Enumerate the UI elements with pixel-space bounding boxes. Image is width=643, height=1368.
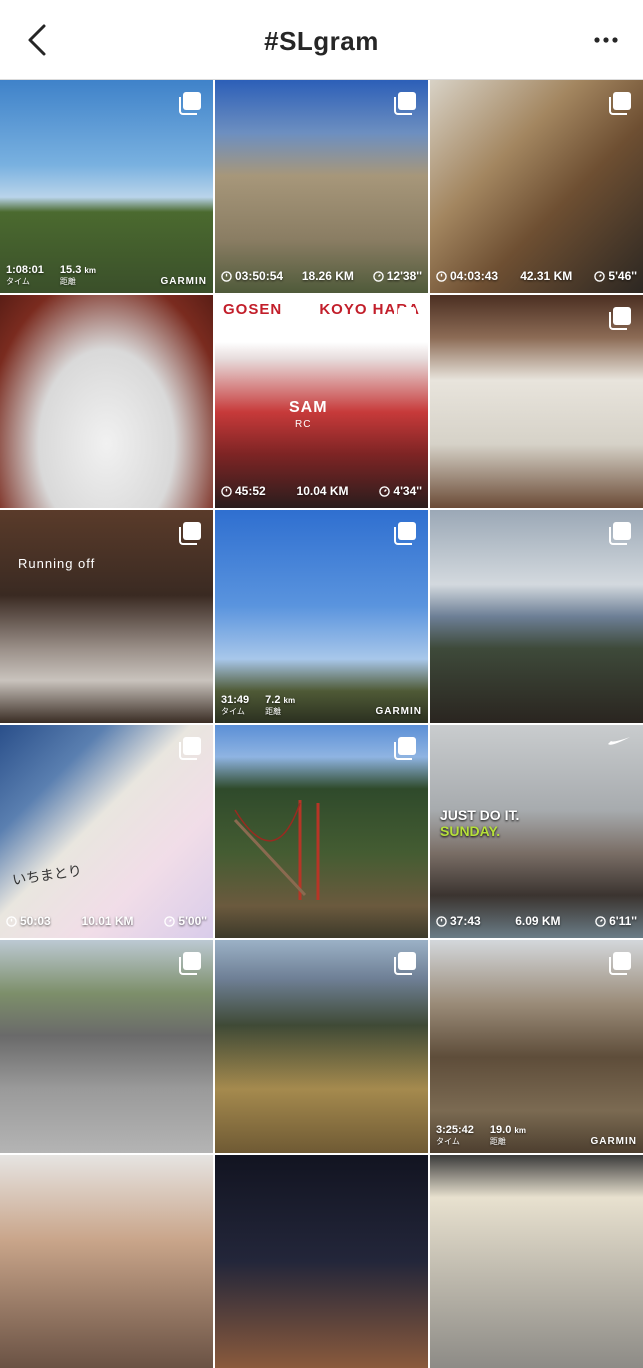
garmin-time: 3:25:42 — [436, 1124, 474, 1136]
multiple-photos-icon — [392, 950, 418, 976]
more-options-button[interactable] — [593, 30, 619, 50]
post-tile[interactable] — [430, 295, 643, 508]
run-time: 03:50:54 — [235, 269, 284, 283]
multiple-photos-icon — [392, 90, 418, 116]
multiple-photos-icon — [392, 305, 418, 331]
garmin-distance-label: 距離 — [265, 707, 282, 716]
post-tile[interactable] — [0, 295, 213, 508]
shirt-text: SAM — [289, 399, 328, 416]
post-tile[interactable] — [215, 1155, 428, 1368]
stopwatch-icon — [436, 270, 447, 282]
run-distance: 42.31 KM — [520, 269, 573, 283]
post-tile[interactable]: 1:08:01 タイム 15.3 km 距離 GARMIN — [0, 80, 213, 293]
garmin-distance: 15.3 — [59, 264, 82, 276]
shirt-subtext: RC — [295, 419, 312, 430]
post-tile[interactable]: 04:03:43 42.31 KM 5'46'' — [430, 80, 643, 293]
nike-swoosh-icon — [608, 737, 630, 745]
garmin-distance-label: 距離 — [489, 1137, 506, 1146]
page-title: #SLgram — [264, 26, 379, 56]
post-tile[interactable] — [430, 1155, 643, 1368]
stopwatch-icon — [6, 915, 17, 927]
multiple-photos-icon — [177, 520, 203, 546]
run-stats: 37:43 6.09 KM 6'11'' — [430, 908, 643, 934]
multiple-photos-icon — [392, 735, 418, 761]
run-pace: 6'11'' — [609, 914, 637, 928]
run-time: 50:03 — [20, 914, 51, 928]
run-pace: 5'00'' — [178, 914, 207, 928]
post-tile[interactable] — [215, 940, 428, 1153]
garmin-distance: 7.2 — [265, 694, 281, 706]
garmin-distance-label: 距離 — [59, 277, 76, 286]
post-tile[interactable]: JUST DO IT. SUNDAY. 37:43 6.09 KM 6'11'' — [430, 725, 643, 938]
post-tile[interactable] — [430, 510, 643, 723]
stopwatch-icon — [221, 270, 232, 282]
run-distance: 6.09 KM — [515, 914, 561, 928]
garmin-stats: 1:08:01 タイム 15.3 km 距離 GARMIN — [6, 264, 207, 287]
run-stats: 50:03 10.01 KM 5'00'' — [0, 908, 213, 934]
post-tile[interactable] — [0, 940, 213, 1153]
multiple-photos-icon — [607, 950, 633, 976]
garmin-distance: 19.0 — [489, 1124, 512, 1136]
post-image — [0, 295, 213, 508]
post-image — [215, 1155, 428, 1368]
more-horizontal-icon — [594, 37, 618, 43]
garmin-time: 1:08:01 — [6, 264, 44, 276]
multiple-photos-icon — [607, 305, 633, 331]
multiple-photos-icon — [177, 735, 203, 761]
post-tile[interactable] — [215, 725, 428, 938]
pace-icon — [372, 270, 384, 282]
run-time: 04:03:43 — [450, 269, 499, 283]
multiple-photos-icon — [177, 90, 203, 116]
post-tile[interactable]: 31:49 タイム 7.2 km 距離 GARMIN — [215, 510, 428, 723]
just-do-it-sticker: JUST DO IT. SUNDAY. — [440, 807, 519, 839]
run-stats: 45:52 10.04 KM 4'34'' — [215, 478, 428, 504]
garmin-time: 31:49 — [221, 694, 250, 706]
garmin-distance-unit: km — [283, 696, 296, 705]
post-tile[interactable]: 03:50:54 18.26 KM 12'38'' — [215, 80, 428, 293]
run-pace: 4'34'' — [393, 484, 422, 498]
post-grid: 1:08:01 タイム 15.3 km 距離 GARMIN 03:50:54 18.… — [0, 80, 643, 1368]
garmin-time-label: タイム — [221, 707, 245, 716]
run-distance: 18.26 KM — [301, 269, 354, 283]
run-time: 45:52 — [235, 484, 266, 498]
garmin-distance-unit: km — [84, 266, 96, 275]
pace-icon — [379, 485, 391, 497]
pace-icon — [164, 915, 176, 927]
sticker-line-2: SUNDAY. — [440, 823, 501, 839]
garmin-logo: GARMIN — [375, 706, 422, 717]
run-stats: 04:03:43 42.31 KM 5'46'' — [430, 263, 643, 289]
garmin-stats: 31:49 タイム 7.2 km 距離 GARMIN — [221, 694, 422, 717]
garmin-distance-unit: km — [514, 1126, 526, 1135]
top-bar: #SLgram — [0, 0, 643, 80]
run-distance: 10.04 KM — [296, 484, 349, 498]
post-tile[interactable]: 3:25:42 タイム 19.0 km 距離 GARMIN — [430, 940, 643, 1153]
run-pace: 12'38'' — [386, 269, 422, 283]
multiple-photos-icon — [177, 950, 203, 976]
garmin-logo: GARMIN — [590, 1136, 637, 1147]
sticker-line-1: JUST DO IT. — [440, 807, 520, 823]
post-tile[interactable]: いちまとり 50:03 10.01 KM 5'00'' — [0, 725, 213, 938]
run-pace: 5'46'' — [608, 269, 637, 283]
post-image — [430, 1155, 643, 1368]
garmin-logo: GARMIN — [160, 276, 207, 287]
run-time: 37:43 — [450, 914, 481, 928]
multiple-photos-icon — [607, 520, 633, 546]
pace-icon — [594, 270, 606, 282]
pace-icon — [595, 915, 606, 927]
post-tile[interactable]: Running off — [0, 510, 213, 723]
post-tile[interactable]: GOSEN KOYO HARA SAM RC 45:52 10.04 KM 4'… — [215, 295, 428, 508]
multiple-photos-icon — [392, 520, 418, 546]
multiple-photos-icon — [607, 90, 633, 116]
stopwatch-icon — [436, 915, 447, 927]
overlay-caption: Running off — [18, 556, 96, 571]
stopwatch-icon — [221, 485, 232, 497]
sign-text-left: GOSEN — [223, 301, 283, 318]
post-image — [0, 1155, 213, 1368]
garmin-stats: 3:25:42 タイム 19.0 km 距離 GARMIN — [436, 1124, 637, 1147]
run-distance: 10.01 KM — [81, 914, 134, 928]
garmin-time-label: タイム — [436, 1137, 460, 1146]
post-tile[interactable] — [0, 1155, 213, 1368]
garmin-time-label: タイム — [6, 277, 30, 286]
run-stats: 03:50:54 18.26 KM 12'38'' — [215, 263, 428, 289]
